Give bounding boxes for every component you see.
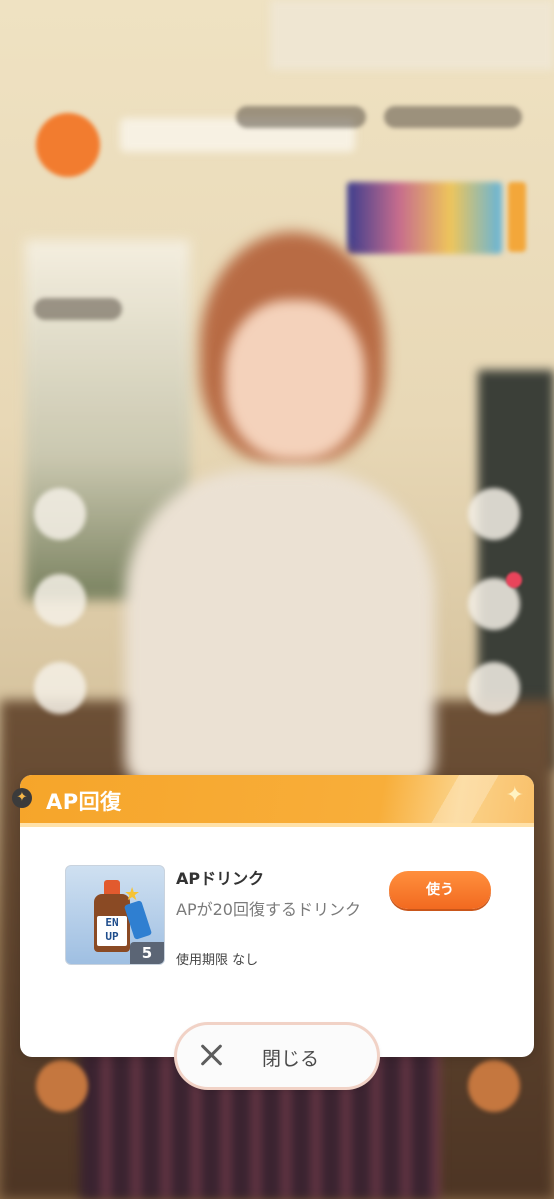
bottom-right-button-blur	[468, 1060, 520, 1112]
top-bar-blur	[270, 0, 554, 70]
notification-dot-blur	[506, 572, 522, 588]
event-banner-blur	[347, 182, 502, 254]
right-menu-button-blur	[468, 662, 520, 714]
item-description: APが20回復するドリンク	[176, 900, 361, 919]
bottle-label: EN UP	[97, 916, 127, 946]
item-expiry: 使用期限 なし	[176, 953, 259, 968]
sparkle-icon: ✦	[505, 783, 524, 808]
right-menu-button-blur	[468, 488, 520, 540]
close-button[interactable]: 閉じる	[177, 1025, 377, 1087]
rank-badge-blur	[36, 113, 100, 177]
item-name: APドリンク	[176, 869, 265, 888]
ap-recovery-dialog: AP回復 ✦ ✦ EN UP ★ 5 APドリンク APが20回復するドリンク …	[12, 775, 534, 1057]
left-menu-button-blur	[34, 574, 86, 626]
bottom-left-button-blur	[36, 1060, 88, 1112]
character-face-blur	[225, 300, 365, 460]
use-button[interactable]: 使う	[389, 871, 491, 909]
header-divider	[20, 823, 534, 827]
left-pill-blur	[34, 298, 122, 320]
dialog-title: AP回復	[46, 790, 122, 814]
character-body-blur	[125, 470, 435, 790]
banner-tab-blur	[508, 182, 526, 252]
currency-pill-blur	[384, 106, 522, 128]
dialog-header: AP回復 ✦	[20, 775, 534, 823]
status-pill-blur	[236, 106, 366, 128]
item-count-badge: 5	[130, 942, 164, 964]
close-icon	[197, 1041, 225, 1069]
ap-drink-thumbnail: EN UP ★ 5	[65, 865, 165, 965]
left-menu-button-blur	[34, 662, 86, 714]
sparkle-badge-icon: ✦	[12, 788, 32, 808]
left-menu-button-blur	[34, 488, 86, 540]
star-icon: ★	[124, 884, 141, 905]
close-label: 閉じる	[262, 1048, 320, 1070]
bottle-cap	[104, 880, 120, 894]
